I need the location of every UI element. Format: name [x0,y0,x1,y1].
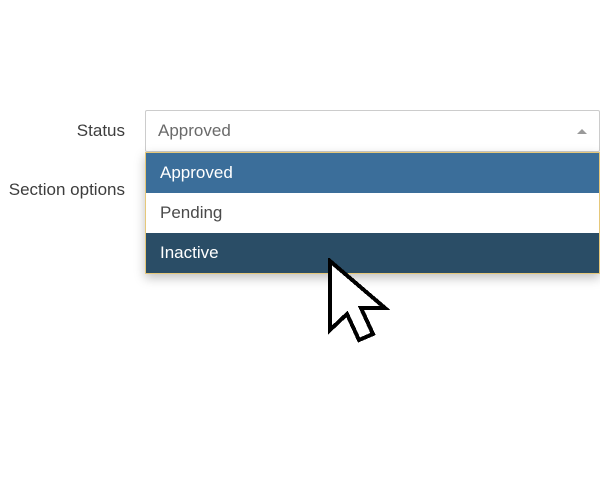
status-option-approved[interactable]: Approved [146,153,599,193]
status-option-pending[interactable]: Pending [146,193,599,233]
status-dropdown-menu: Approved Pending Inactive [145,152,600,274]
status-option-inactive[interactable]: Inactive [146,233,599,273]
status-label: Status [0,121,145,141]
form-area: Status Approved Approved Pending Inactiv… [0,110,600,228]
caret-up-icon [577,129,587,134]
section-options-label: Section options [0,180,145,200]
status-select: Approved Approved Pending Inactive [145,110,600,152]
status-row: Status Approved Approved Pending Inactiv… [0,110,600,152]
status-select-control[interactable]: Approved [145,110,600,152]
status-select-value: Approved [158,121,231,141]
